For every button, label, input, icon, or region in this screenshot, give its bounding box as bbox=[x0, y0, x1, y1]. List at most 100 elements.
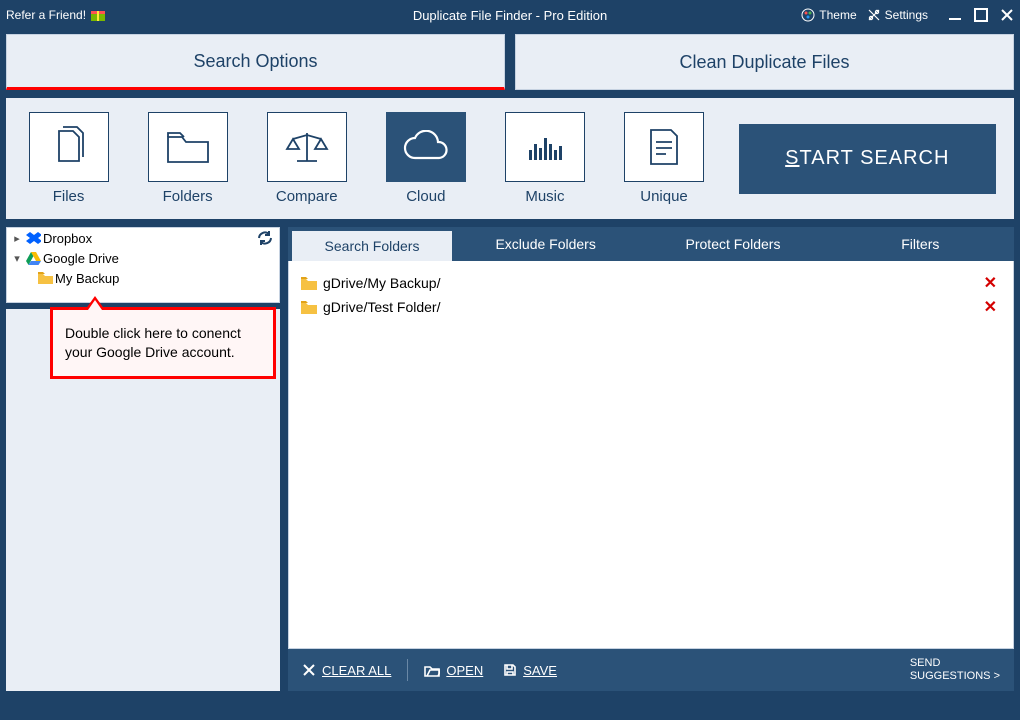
music-icon bbox=[525, 130, 565, 164]
category-label: Files bbox=[53, 188, 85, 205]
folder-list: gDrive/My Backup/ ✕ gDrive/Test Folder/ … bbox=[288, 261, 1014, 649]
folder-row[interactable]: gDrive/Test Folder/ ✕ bbox=[301, 295, 1001, 319]
subtab-exclude-folders[interactable]: Exclude Folders bbox=[452, 227, 639, 261]
refer-label: Refer a Friend! bbox=[6, 8, 86, 22]
tab-label: Clean Duplicate Files bbox=[679, 52, 849, 73]
close-icon bbox=[1000, 8, 1014, 22]
folder-path: gDrive/Test Folder/ bbox=[323, 299, 440, 315]
side-panel: ▸ Dropbox ▾ Google Drive My Backup bbox=[6, 227, 280, 691]
compare-icon bbox=[283, 129, 331, 165]
files-icon bbox=[49, 125, 89, 169]
category-music[interactable]: Music bbox=[500, 112, 589, 205]
hint-callout: Double click here to conenct your Google… bbox=[50, 307, 276, 379]
settings-button[interactable]: Settings bbox=[867, 8, 928, 22]
folder-icon bbox=[37, 270, 53, 286]
category-strip: Files Folders Compare Cloud Music Unique… bbox=[6, 98, 1014, 219]
unique-icon bbox=[647, 126, 681, 168]
right-pane: Search Folders Exclude Folders Protect F… bbox=[288, 227, 1014, 691]
clear-rest: LEAR ALL bbox=[331, 663, 391, 678]
refresh-icon bbox=[257, 230, 273, 246]
settings-label: Settings bbox=[885, 8, 928, 22]
category-label: Compare bbox=[276, 188, 338, 205]
chevron-right-icon: ▸ bbox=[11, 232, 23, 245]
refresh-button[interactable] bbox=[257, 230, 273, 246]
tree-label: Google Drive bbox=[43, 251, 119, 266]
maximize-icon bbox=[974, 8, 988, 22]
callout-text: Double click here to conenct your Google… bbox=[65, 325, 241, 360]
clear-all-button[interactable]: CLEAR ALL bbox=[302, 663, 391, 678]
settings-icon bbox=[867, 8, 881, 22]
subtab-label: Protect Folders bbox=[686, 236, 781, 252]
category-folders[interactable]: Folders bbox=[143, 112, 232, 205]
palette-icon bbox=[801, 8, 815, 22]
category-unique[interactable]: Unique bbox=[619, 112, 708, 205]
subtab-search-folders[interactable]: Search Folders bbox=[292, 231, 452, 261]
open-button[interactable]: OPEN bbox=[424, 663, 483, 678]
subtab-label: Exclude Folders bbox=[495, 236, 595, 252]
subtab-label: Search Folders bbox=[325, 238, 420, 254]
send-suggestions-link[interactable]: SEND SUGGESTIONS > bbox=[910, 657, 1000, 683]
subtab-label: Filters bbox=[901, 236, 939, 252]
subtab-protect-folders[interactable]: Protect Folders bbox=[639, 227, 826, 261]
theme-label: Theme bbox=[819, 8, 856, 22]
start-search-button[interactable]: START SEARCH bbox=[739, 124, 996, 194]
tab-clean-duplicates[interactable]: Clean Duplicate Files bbox=[515, 34, 1014, 90]
start-rest: TART SEARCH bbox=[800, 147, 950, 169]
category-compare[interactable]: Compare bbox=[262, 112, 351, 205]
sub-tabs: Search Folders Exclude Folders Protect F… bbox=[288, 227, 1014, 261]
clear-icon bbox=[302, 663, 316, 677]
folder-icon bbox=[301, 301, 317, 314]
gift-icon bbox=[90, 8, 106, 22]
tab-label: Search Options bbox=[193, 51, 317, 72]
folder-path: gDrive/My Backup/ bbox=[323, 275, 440, 291]
divider bbox=[407, 659, 408, 681]
dropbox-icon bbox=[25, 230, 41, 246]
category-label: Cloud bbox=[406, 188, 445, 205]
titlebar: Refer a Friend! Duplicate File Finder - … bbox=[0, 0, 1020, 30]
cloud-icon bbox=[401, 130, 451, 164]
open-accel: O bbox=[446, 663, 456, 678]
cloud-tree: ▸ Dropbox ▾ Google Drive My Backup bbox=[6, 227, 280, 303]
category-label: Music bbox=[525, 188, 564, 205]
minimize-button[interactable] bbox=[948, 8, 962, 22]
save-accel: S bbox=[523, 663, 532, 678]
start-accel: S bbox=[785, 147, 799, 169]
remove-folder-button[interactable]: ✕ bbox=[984, 273, 1001, 293]
open-icon bbox=[424, 663, 440, 677]
tab-search-options[interactable]: Search Options bbox=[6, 34, 505, 90]
category-label: Unique bbox=[640, 188, 688, 205]
category-cloud[interactable]: Cloud bbox=[381, 112, 470, 205]
remove-folder-button[interactable]: ✕ bbox=[984, 297, 1001, 317]
tree-item-dropbox[interactable]: ▸ Dropbox bbox=[7, 228, 279, 248]
refer-a-friend-link[interactable]: Refer a Friend! bbox=[6, 8, 106, 22]
send-line2: SUGGESTIONS > bbox=[910, 670, 1000, 683]
category-files[interactable]: Files bbox=[24, 112, 113, 205]
bottom-bar: CLEAR ALL OPEN SAVE SEND SUGGESTIONS > bbox=[288, 649, 1014, 691]
tree-item-gdrive-child[interactable]: My Backup bbox=[7, 268, 279, 288]
tree-label: Dropbox bbox=[43, 231, 92, 246]
save-button[interactable]: SAVE bbox=[503, 663, 557, 678]
tree-label: My Backup bbox=[55, 271, 119, 286]
send-line1: SEND bbox=[910, 657, 1000, 670]
minimize-icon bbox=[948, 8, 962, 22]
chevron-down-icon: ▾ bbox=[11, 252, 23, 265]
category-label: Folders bbox=[163, 188, 213, 205]
main-area: ▸ Dropbox ▾ Google Drive My Backup bbox=[0, 227, 1020, 697]
subtab-filters[interactable]: Filters bbox=[827, 227, 1014, 261]
maximize-button[interactable] bbox=[974, 8, 988, 22]
folders-icon bbox=[165, 129, 211, 165]
save-icon bbox=[503, 663, 517, 677]
open-rest: PEN bbox=[457, 663, 484, 678]
folder-icon bbox=[301, 277, 317, 290]
clear-accel: C bbox=[322, 663, 331, 678]
top-tabs: Search Options Clean Duplicate Files bbox=[0, 34, 1020, 90]
theme-button[interactable]: Theme bbox=[801, 8, 856, 22]
google-drive-icon bbox=[25, 250, 41, 266]
close-icon: ✕ bbox=[984, 275, 997, 292]
folder-row[interactable]: gDrive/My Backup/ ✕ bbox=[301, 271, 1001, 295]
save-rest: AVE bbox=[532, 663, 557, 678]
callout-pointer-icon bbox=[85, 296, 105, 310]
close-icon: ✕ bbox=[984, 299, 997, 316]
close-button[interactable] bbox=[1000, 8, 1014, 22]
tree-item-google-drive[interactable]: ▾ Google Drive bbox=[7, 248, 279, 268]
